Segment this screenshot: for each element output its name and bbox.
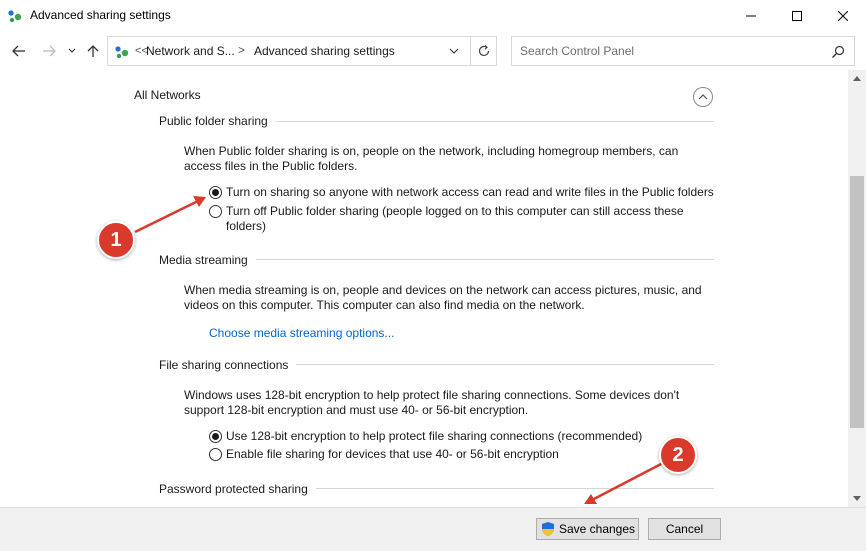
maximize-button[interactable] [774,0,820,32]
navigation-bar: << Network and S... > Advanced sharing s… [0,32,866,70]
section-title-all-networks: All Networks [134,88,201,102]
radio-label: Turn on sharing so anyone with network a… [226,185,714,199]
title-bar: Advanced sharing settings [0,0,866,32]
up-button[interactable] [84,42,102,60]
radio-button-selected[interactable] [209,430,222,443]
arrow-up-icon [87,45,99,57]
radio-label: Enable file sharing for devices that use… [226,447,559,461]
window-title: Advanced sharing settings [30,8,171,22]
address-bar[interactable]: << Network and S... > Advanced sharing s… [107,36,497,66]
chevron-down-icon [68,48,76,53]
network-icon [115,46,129,59]
group-title-public-folder: Public folder sharing [159,114,276,128]
close-button[interactable] [820,0,866,32]
caret-down-icon [853,496,861,501]
group-title-media-streaming: Media streaming [159,253,256,267]
radio-public-on[interactable]: Turn on sharing so anyone with network a… [209,185,714,200]
radio-128bit[interactable]: Use 128-bit encryption to help protect f… [209,429,642,444]
scroll-down-button[interactable] [848,490,866,507]
minimize-button[interactable] [728,0,774,32]
file-sharing-description: Windows uses 128-bit encryption to help … [184,388,680,417]
main-content: All Networks Public folder sharing When … [0,70,848,507]
radio-button[interactable] [209,205,222,218]
annotation-badge-1: 1 [97,221,135,259]
network-app-icon [8,10,22,23]
group-title-file-sharing: File sharing connections [159,358,297,372]
radio-40-56bit[interactable]: Enable file sharing for devices that use… [209,447,559,462]
annotation-badge-2: 2 [659,436,697,474]
recent-locations-button[interactable] [66,42,78,60]
scrollbar-thumb[interactable] [850,176,864,428]
breadcrumb-network[interactable]: Network and S... [146,44,235,58]
address-dropdown-button[interactable] [442,37,464,65]
save-changes-button[interactable]: Save changes [536,518,639,540]
radio-button[interactable] [209,448,222,461]
back-button[interactable] [10,42,28,60]
scroll-up-button[interactable] [848,70,866,87]
chevron-down-icon [449,48,458,54]
chevron-up-icon [698,94,708,100]
radio-public-off[interactable]: Turn off Public folder sharing (people l… [209,204,709,234]
radio-button-selected[interactable] [209,186,222,199]
vertical-scrollbar[interactable] [848,70,866,507]
maximize-icon [792,11,802,21]
search-box[interactable] [511,36,855,66]
media-streaming-options-link[interactable]: Choose media streaming options... [209,326,394,340]
cancel-button[interactable]: Cancel [648,518,721,540]
search-icon[interactable] [830,44,846,60]
radio-label: Turn off Public folder sharing (people l… [226,204,684,233]
radio-label: Use 128-bit encryption to help protect f… [226,429,643,443]
forward-button[interactable] [40,42,58,60]
uac-shield-icon [541,522,554,536]
refresh-icon [478,45,489,57]
cancel-button-label: Cancel [665,522,704,536]
arrow-left-icon [12,45,25,57]
group-title-password-sharing: Password protected sharing [159,482,316,496]
refresh-button[interactable] [470,37,496,65]
close-icon [838,11,848,21]
arrow-right-icon [43,45,56,57]
search-input[interactable] [512,37,822,65]
breadcrumb-separator[interactable]: > [238,43,245,57]
collapse-section-button[interactable] [693,87,713,107]
footer-bar: Save changes Cancel [0,507,866,551]
media-streaming-description: When media streaming is on, people and d… [184,283,702,312]
save-button-label: Save changes [558,522,636,536]
public-folder-description: When Public folder sharing is on, people… [184,144,679,173]
caret-up-icon [853,76,861,81]
breadcrumb-current[interactable]: Advanced sharing settings [254,44,395,58]
minimize-icon [746,15,756,17]
